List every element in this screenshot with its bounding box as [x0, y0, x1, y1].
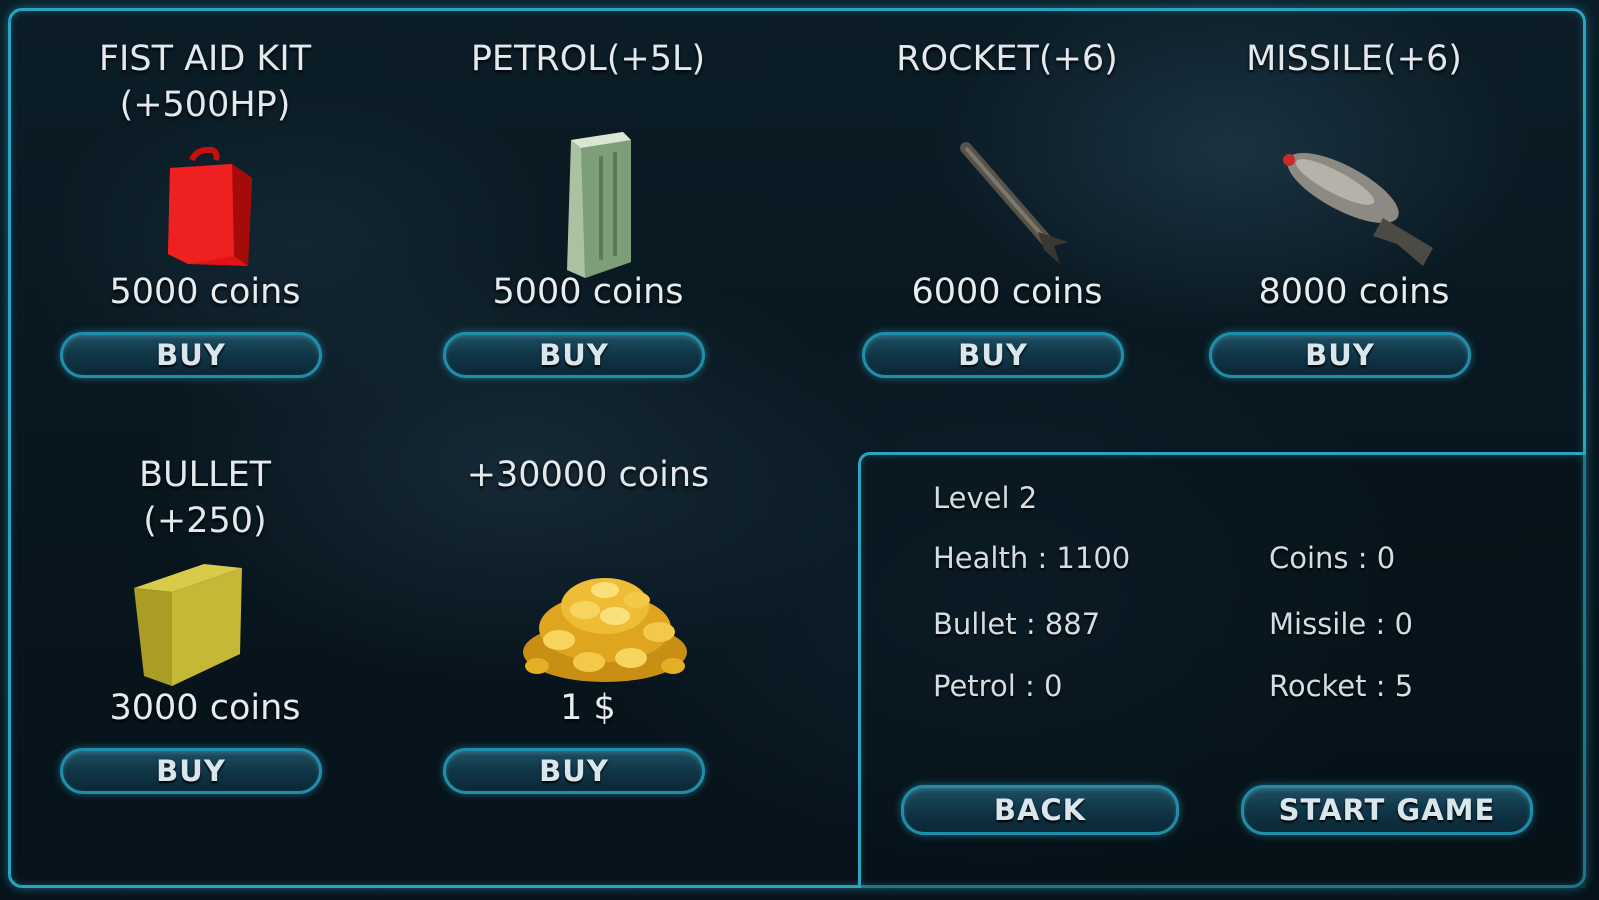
item-title: +30000 coins [466, 455, 710, 495]
item-title: MISSILE(+6) [1246, 39, 1462, 79]
item-price: 3000 coins [109, 688, 301, 728]
ammo-box-icon [134, 564, 242, 686]
petrol-can-icon [567, 132, 631, 278]
buy-rocket-button[interactable]: BUY [862, 332, 1124, 378]
rocket-stat: Rocket : 5 [1269, 669, 1414, 703]
missile-icon [1283, 153, 1433, 266]
first-aid-kit-icon [168, 147, 252, 266]
start-game-button[interactable]: START GAME [1241, 785, 1533, 835]
buy-first-aid-button[interactable]: BUY [60, 332, 322, 378]
item-title: FIST AID KIT (+500HP) [98, 39, 312, 125]
shop-item-petrol: PETROL(+5L) 5000 coins BUY [443, 36, 733, 386]
item-price: 6000 coins [911, 272, 1103, 312]
item-price: 5000 coins [492, 272, 684, 312]
buy-coins-button[interactable]: BUY [443, 748, 705, 794]
player-stats-panel: Level 2 Health : 1100 Coins : 0 Bullet :… [858, 452, 1586, 888]
shop-item-first-aid: FIST AID KIT (+500HP) 5000 coins BUY [60, 36, 350, 386]
item-title: ROCKET(+6) [896, 39, 1118, 79]
buy-missile-button[interactable]: BUY [1209, 332, 1471, 378]
buy-petrol-button[interactable]: BUY [443, 332, 705, 378]
shop-item-bullet: BULLET (+250) 3000 coins BUY [60, 452, 350, 802]
shop-item-rocket: ROCKET(+6) 6000 coins BUY [862, 36, 1152, 386]
level-label: Level 2 [933, 481, 1038, 515]
item-price: 5000 coins [109, 272, 301, 312]
coins-stat: Coins : 0 [1269, 541, 1396, 575]
item-title: PETROL(+5L) [470, 39, 706, 79]
back-button[interactable]: BACK [901, 785, 1179, 835]
item-title: BULLET (+250) [138, 455, 272, 541]
bullet-stat: Bullet : 887 [933, 607, 1101, 641]
petrol-stat: Petrol : 0 [933, 669, 1063, 703]
item-price: 8000 coins [1258, 272, 1450, 312]
rocket-icon [960, 142, 1068, 264]
shop-item-coins: +30000 coins 1 $ BUY [443, 452, 733, 802]
shop-item-missile: MISSILE(+6) 8000 coins BUY [1209, 36, 1499, 386]
coin-pile-icon [523, 578, 687, 682]
missile-stat: Missile : 0 [1269, 607, 1413, 641]
health-stat: Health : 1100 [933, 541, 1131, 575]
item-price: 1 $ [560, 688, 616, 728]
buy-bullet-button[interactable]: BUY [60, 748, 322, 794]
